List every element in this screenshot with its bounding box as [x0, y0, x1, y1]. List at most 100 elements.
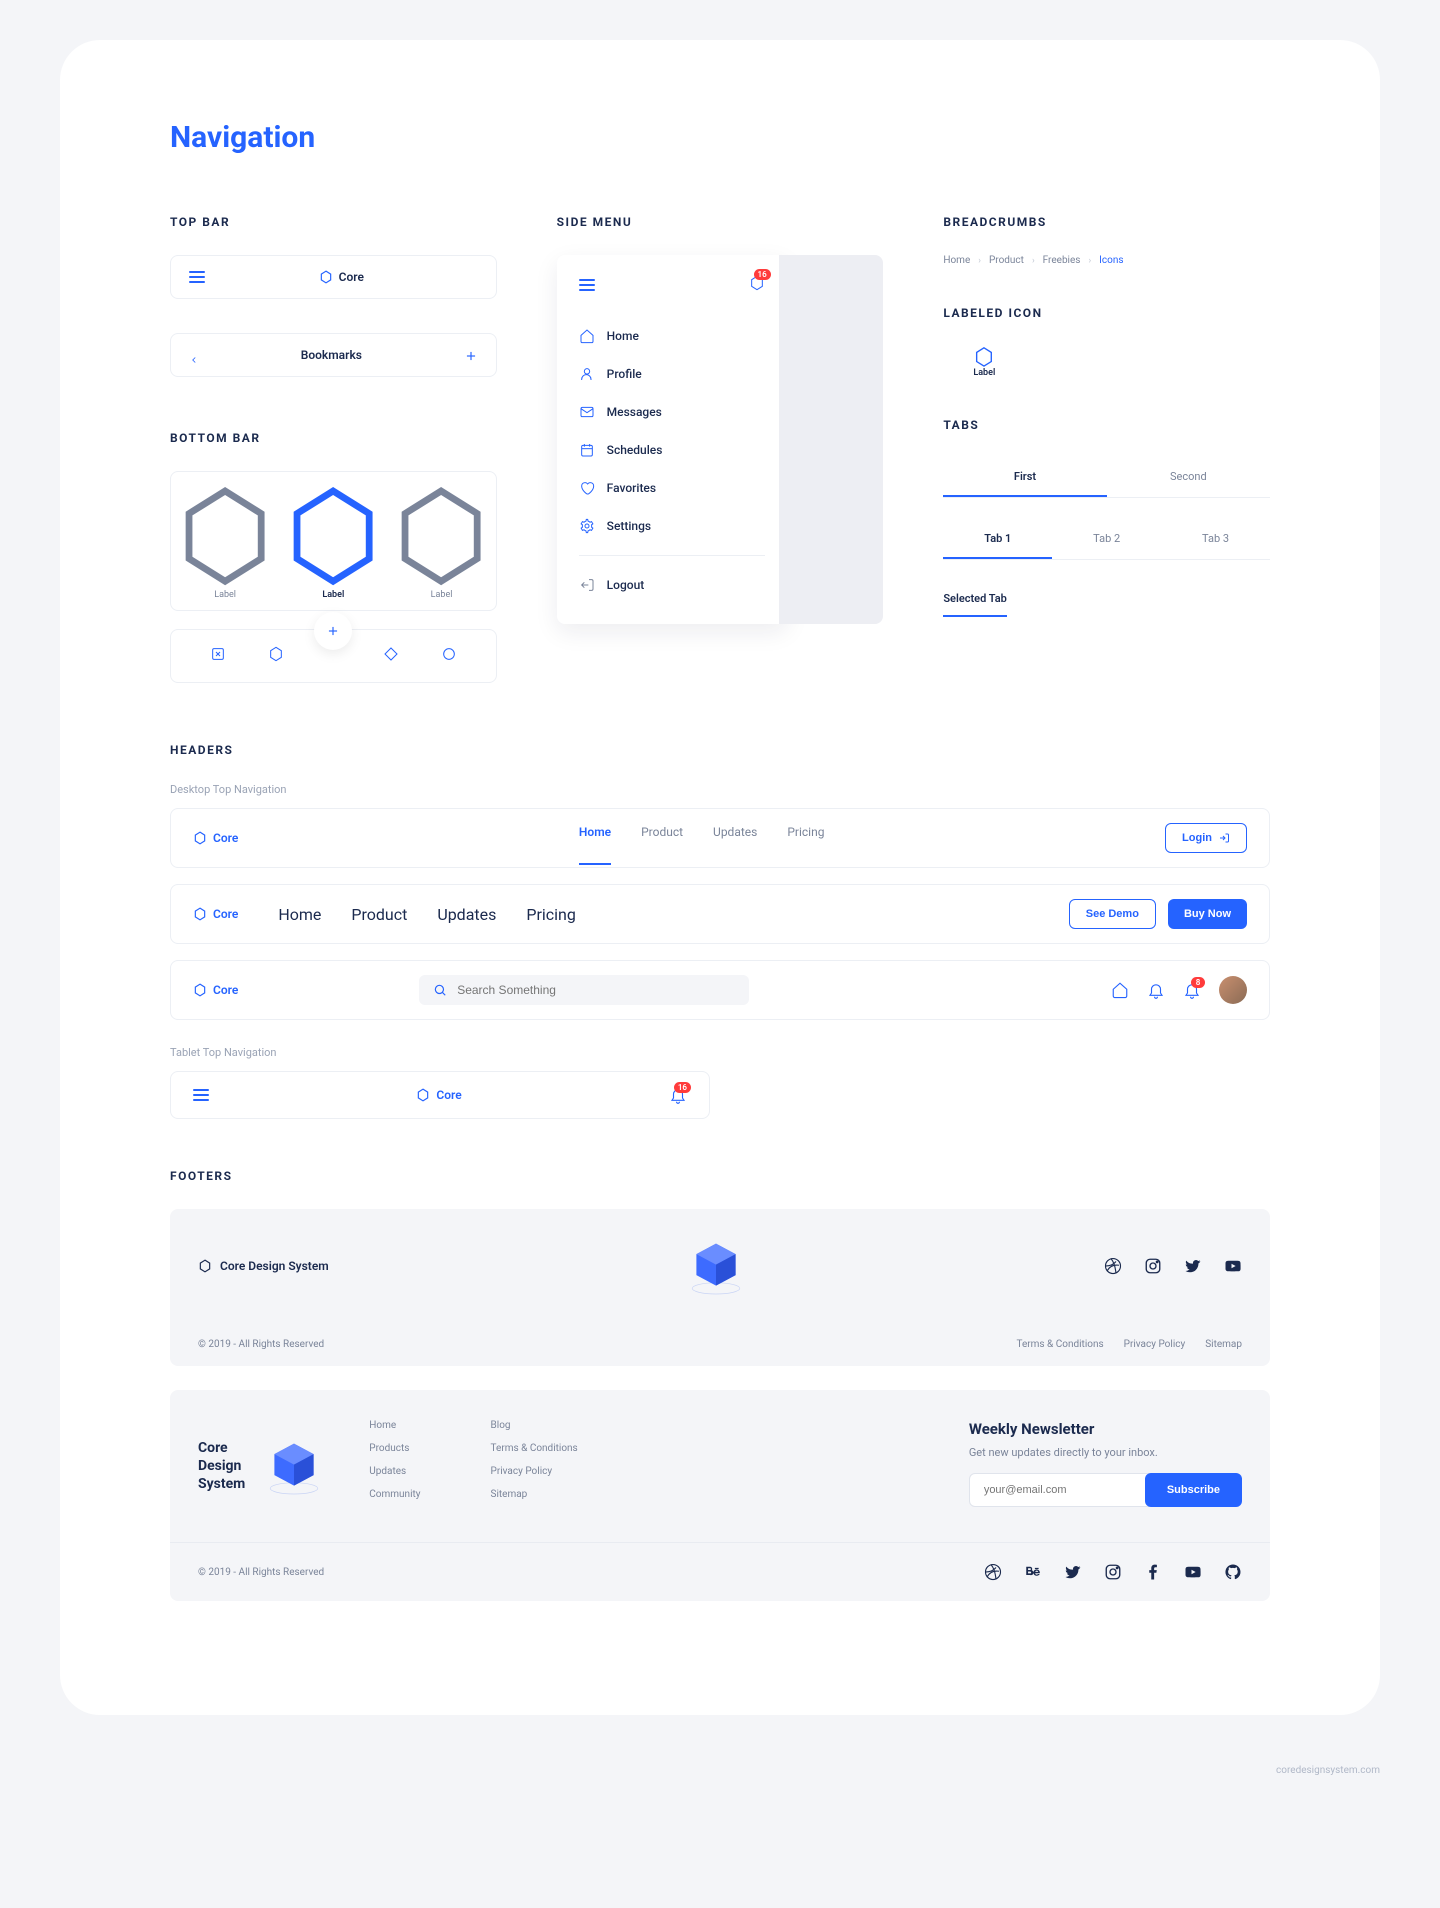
twitter-icon[interactable]	[1184, 1257, 1202, 1275]
home-icon-button[interactable]	[1111, 981, 1129, 999]
bell-icon-button[interactable]	[1147, 981, 1165, 999]
header-brand[interactable]: Core	[193, 831, 238, 845]
menu-icon[interactable]	[189, 271, 205, 283]
sidebar-item-schedules[interactable]: Schedules	[579, 431, 765, 469]
nav-pricing[interactable]: Pricing	[787, 825, 824, 851]
bottom-bar-label: Label	[387, 590, 495, 600]
sidebar-item-favorites[interactable]: Favorites	[579, 469, 765, 507]
diamond-icon[interactable]	[362, 646, 420, 666]
footer-link-col: Home Products Updates Community	[369, 1420, 420, 1512]
footer-link[interactable]: Privacy Policy	[1124, 1339, 1186, 1350]
footer-link[interactable]: Terms & Conditions	[1016, 1339, 1103, 1350]
sidebar-item-home[interactable]: Home	[579, 317, 765, 355]
brand-text: Core	[213, 831, 238, 845]
tab-2[interactable]: Tab 2	[1052, 520, 1161, 559]
badge-count: 16	[674, 1082, 691, 1093]
nav-home[interactable]: Home	[278, 905, 321, 924]
nav-updates[interactable]: Updates	[437, 905, 496, 924]
newsletter-title: Weekly Newsletter	[969, 1420, 1242, 1438]
bell-icon-button[interactable]: 16	[669, 1086, 687, 1104]
sidebar-item-profile[interactable]: Profile	[579, 355, 765, 393]
nav-product[interactable]: Product	[351, 905, 407, 924]
subscribe-button[interactable]: Subscribe	[1145, 1473, 1242, 1507]
chevron-left-icon[interactable]	[189, 350, 199, 360]
youtube-icon[interactable]	[1184, 1563, 1202, 1581]
buy-now-button[interactable]: Buy Now	[1168, 899, 1247, 929]
dribbble-icon[interactable]	[984, 1563, 1002, 1581]
bottom-bar-item[interactable]: Label	[279, 482, 387, 600]
tab-3[interactable]: Tab 3	[1161, 520, 1270, 559]
plus-icon[interactable]	[464, 348, 478, 362]
square-x-icon[interactable]	[189, 646, 247, 666]
breadcrumb-link[interactable]: Product	[989, 255, 1024, 266]
header-brand[interactable]: Core	[193, 907, 238, 921]
notification-hex[interactable]: 16	[749, 275, 765, 295]
footer-link[interactable]: Products	[369, 1443, 420, 1454]
sidebar-item-messages[interactable]: Messages	[579, 393, 765, 431]
nav-home[interactable]: Home	[579, 825, 611, 865]
sidebar-item-settings[interactable]: Settings	[579, 507, 765, 545]
twitter-icon[interactable]	[1064, 1563, 1082, 1581]
behance-icon[interactable]	[1024, 1563, 1042, 1581]
bottom-bar-item[interactable]: Label	[171, 482, 279, 600]
footer-rich: Core Design System Home Products Updates…	[170, 1390, 1270, 1601]
brand-text: Core	[213, 983, 238, 997]
search-input[interactable]	[457, 983, 735, 997]
breadcrumb-link[interactable]: Freebies	[1043, 255, 1081, 266]
bottom-bar-item[interactable]: Label	[387, 482, 495, 600]
hexagon-icon[interactable]	[247, 646, 305, 666]
labeled-icon[interactable]: Label	[973, 346, 995, 378]
tab-second[interactable]: Second	[1107, 458, 1270, 497]
sidebar-item-label: Logout	[607, 578, 645, 592]
brand-text: Core	[213, 907, 238, 921]
facebook-icon[interactable]	[1144, 1563, 1162, 1581]
tab-selected[interactable]: Selected Tab	[943, 582, 1007, 617]
side-menu-backdrop	[779, 255, 884, 624]
avatar[interactable]	[1219, 976, 1247, 1004]
footer-link[interactable]: Community	[369, 1489, 420, 1500]
github-icon[interactable]	[1224, 1563, 1242, 1581]
tab-first[interactable]: First	[943, 458, 1106, 497]
section-side-menu: SIDE MENU	[557, 215, 884, 229]
labeled-icon-text: Label	[973, 368, 995, 378]
youtube-icon[interactable]	[1224, 1257, 1242, 1275]
newsletter-block: Weekly Newsletter Get new updates direct…	[969, 1420, 1242, 1512]
search-box[interactable]	[419, 975, 749, 1005]
footer-link[interactable]: Sitemap	[1205, 1339, 1242, 1350]
header-brand[interactable]: Core	[193, 983, 238, 997]
menu-icon[interactable]	[579, 279, 595, 291]
footer-link[interactable]: Terms & Conditions	[491, 1443, 578, 1454]
chevron-right-icon: ›	[1088, 256, 1091, 266]
footer-link[interactable]: Sitemap	[491, 1489, 578, 1500]
footer-link[interactable]: Privacy Policy	[491, 1466, 578, 1477]
breadcrumb-link[interactable]: Home	[943, 255, 970, 266]
home-icon	[579, 328, 595, 344]
fab-button[interactable]	[314, 612, 352, 650]
copyright-text: © 2019 - All Rights Reserved	[198, 1339, 324, 1350]
search-icon	[433, 983, 447, 997]
sidebar-item-logout[interactable]: Logout	[579, 566, 765, 604]
footer-link-col: Blog Terms & Conditions Privacy Policy S…	[491, 1420, 578, 1512]
menu-icon[interactable]	[193, 1089, 209, 1101]
tab-1[interactable]: Tab 1	[943, 520, 1052, 559]
bell-badge-icon-button[interactable]: 8	[1183, 981, 1201, 999]
see-demo-button[interactable]: See Demo	[1069, 899, 1156, 929]
nav-pricing[interactable]: Pricing	[526, 905, 576, 924]
footer-link[interactable]: Blog	[491, 1420, 578, 1431]
nav-updates[interactable]: Updates	[713, 825, 757, 851]
sub-label-desktop: Desktop Top Navigation	[170, 783, 1270, 796]
dribbble-icon[interactable]	[1104, 1257, 1122, 1275]
instagram-icon[interactable]	[1104, 1563, 1122, 1581]
copyright-text: © 2019 - All Rights Reserved	[198, 1567, 324, 1578]
footer-link[interactable]: Home	[369, 1420, 420, 1431]
login-button[interactable]: Login	[1165, 823, 1247, 853]
nav-product[interactable]: Product	[641, 825, 683, 851]
tabs-two: First Second	[943, 458, 1270, 498]
footer-link[interactable]: Updates	[369, 1466, 420, 1477]
email-input[interactable]	[969, 1473, 1149, 1507]
instagram-icon[interactable]	[1144, 1257, 1162, 1275]
badge-count: 8	[1191, 977, 1205, 988]
circle-icon[interactable]	[420, 646, 478, 666]
sub-label-tablet: Tablet Top Navigation	[170, 1046, 1270, 1059]
bottom-bar-fab	[170, 629, 497, 683]
